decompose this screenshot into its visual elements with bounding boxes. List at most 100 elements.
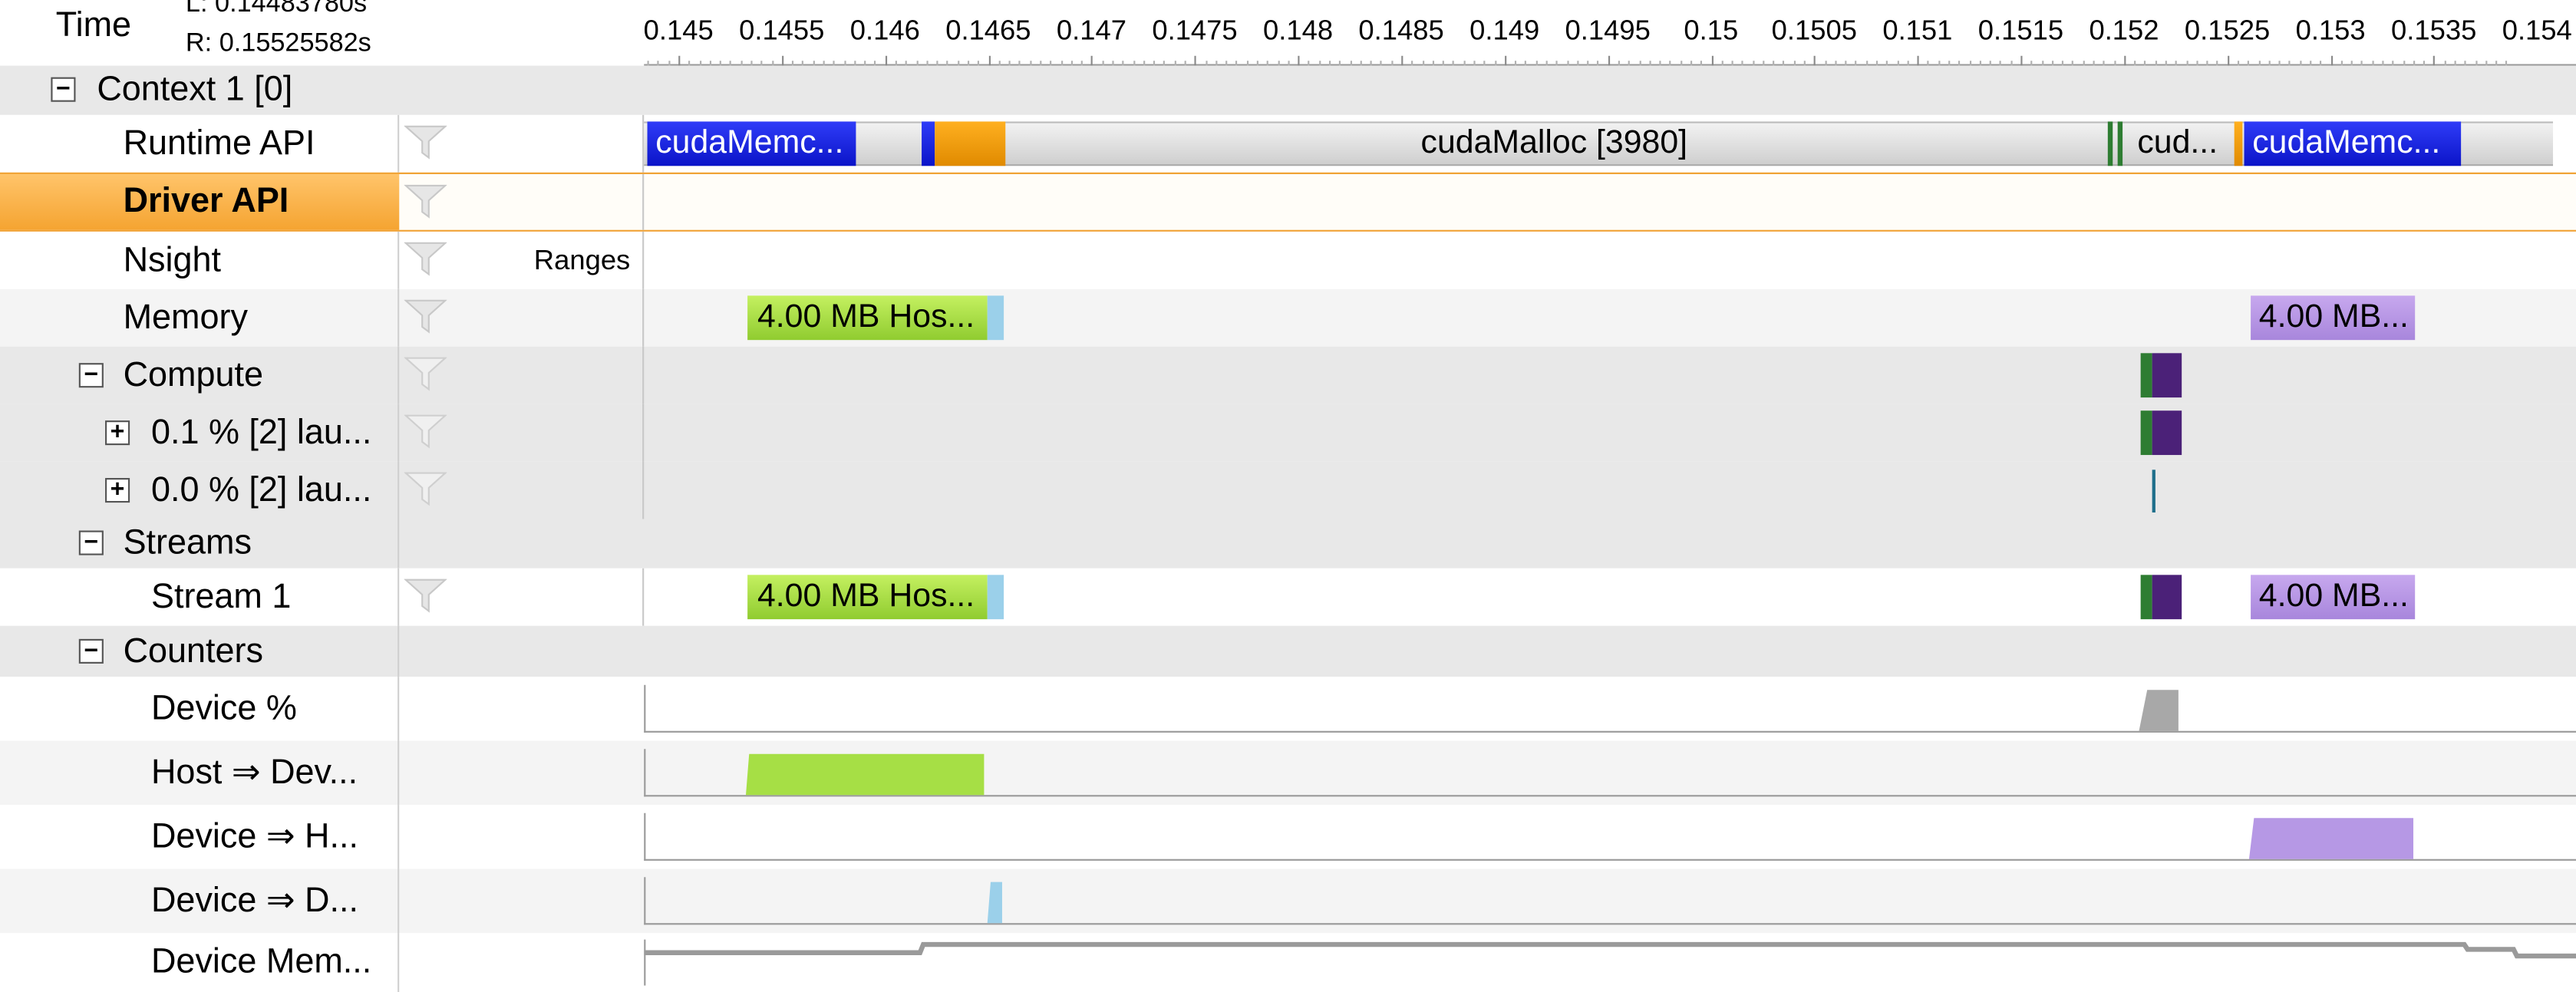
ruler-tick (1710, 55, 1713, 66)
row-streams: − Streams (0, 519, 2576, 569)
row-driver-api[interactable]: Driver API (0, 172, 2576, 232)
row-device-to-device: Device ⇒ D... (0, 868, 2576, 934)
filter-icon[interactable] (404, 354, 447, 391)
time-ruler[interactable]: 0.145 0.1455 0.146 0.1465 0.147 0.1475 0.148 0.… (644, 0, 2576, 66)
collapse-toggle-streams[interactable]: − (78, 530, 104, 555)
runtime-orange-slice[interactable] (2234, 121, 2243, 166)
ruler-tick-label: 0.154 (2502, 15, 2572, 46)
column-separator (642, 461, 645, 519)
runtime-green-slice[interactable] (2117, 121, 2123, 166)
time-label: Time (55, 6, 132, 44)
ruler-tick-label: 0.1485 (1358, 15, 1444, 46)
ruler-tick (1194, 55, 1197, 66)
cuda-memcpy-bar-1[interactable]: cudaMemc... (647, 121, 856, 166)
kernel-bar-green[interactable] (2140, 353, 2152, 398)
ruler-tick (2020, 55, 2023, 66)
stream-kernel-purple[interactable] (2152, 575, 2182, 620)
row-memory: Memory 4.00 MB Hos... 4.00 MB... (0, 288, 2576, 347)
row-label-host-to-device: Host ⇒ Dev... (150, 753, 358, 792)
row-label-device-to-device: Device ⇒ D... (150, 882, 358, 920)
htod-throughput-area[interactable] (744, 749, 988, 796)
counter-graph-device-percent (644, 684, 2576, 733)
ruler-tick-label: 0.152 (2089, 15, 2159, 46)
filter-icon[interactable] (404, 470, 447, 506)
row-label-stream-1: Stream 1 (150, 577, 292, 615)
column-separator (397, 625, 400, 677)
runtime-green-slice[interactable] (2107, 121, 2113, 166)
right-cursor-time: R: 0.15525582s (185, 29, 371, 58)
ruler-tick (1608, 55, 1610, 66)
column-separator (397, 231, 400, 289)
ruler-tick (2227, 55, 2229, 66)
row-label-context: Context 1 [0] (97, 71, 293, 109)
filter-icon[interactable] (404, 183, 447, 219)
ruler-tick-label: 0.148 (1262, 15, 1334, 46)
runtime-orange-slice[interactable] (935, 121, 1006, 166)
memcpy-htod-bar[interactable]: 4.00 MB Hos... (747, 295, 988, 341)
row-label-memory: Memory (123, 298, 248, 336)
ruler-tick (1917, 55, 1920, 66)
ruler-tick (988, 55, 991, 66)
row-device-percent: Device % (0, 677, 2576, 741)
column-separator (397, 346, 400, 404)
row-host-to-device: Host ⇒ Dev... (0, 740, 2576, 806)
column-separator (642, 346, 645, 404)
row-label-counters: Counters (123, 631, 264, 670)
cuda-memcpy-bar-2[interactable]: cudaMemc... (2244, 121, 2462, 166)
column-separator (397, 404, 400, 462)
stream-dtod-bar[interactable] (987, 575, 1004, 620)
memcpy-dtoh-bar[interactable]: 4.00 MB... (2251, 295, 2416, 341)
row-label-device-memory: Device Mem... (150, 942, 372, 981)
ruler-tick-label: 0.149 (1469, 15, 1540, 46)
stream-kernel-green[interactable] (2140, 575, 2152, 620)
row-label-runtime-api: Runtime API (123, 124, 315, 162)
dtod-throughput-area[interactable] (986, 877, 1006, 924)
stream-htod-bar[interactable]: 4.00 MB Hos... (747, 575, 988, 620)
row-label-nsight: Nsight (123, 240, 222, 278)
kernel-bar-purple[interactable] (2152, 353, 2182, 398)
filter-icon[interactable] (404, 412, 447, 449)
row-runtime-api: Runtime API cudaMemc... cudaMalloc [3980… (0, 114, 2576, 173)
ruler-tick-label: 0.1465 (945, 15, 1031, 46)
kernel-bar-purple[interactable] (2152, 410, 2182, 456)
row-kernel-1: + 0.1 % [2] lau... (0, 404, 2576, 462)
filter-icon[interactable] (404, 240, 447, 276)
stream-dtoh-bar[interactable]: 4.00 MB... (2251, 575, 2416, 620)
kernel-bar-green[interactable] (2140, 410, 2152, 456)
expand-toggle-kernel-2[interactable]: + (105, 478, 130, 503)
ruler-tick-label: 0.145 (643, 15, 714, 46)
dtoh-throughput-area[interactable] (2248, 813, 2415, 861)
cuda-malloc-bar[interactable]: cudaMalloc [3980] (1011, 121, 2098, 166)
row-label-compute: Compute (123, 355, 264, 394)
ruler-tick (1401, 55, 1403, 66)
collapse-toggle-counters[interactable]: − (78, 638, 104, 664)
filter-icon[interactable] (404, 298, 447, 334)
kernel-bar-thin[interactable] (2152, 470, 2155, 512)
timeline-header: Time L: 0.14483780s R: 0.15525582s 0.145… (0, 0, 2576, 66)
memcpy-dtod-bar[interactable] (987, 295, 1004, 341)
ranges-label[interactable]: Ranges (534, 232, 630, 289)
column-separator (397, 288, 400, 347)
cuda-launch-bar[interactable]: cud... (2129, 121, 2231, 166)
ruler-tick-label: 0.153 (2295, 15, 2366, 46)
row-label-driver-api: Driver API (123, 182, 289, 220)
collapse-toggle-compute[interactable]: − (78, 363, 104, 388)
timeline-view: Time L: 0.14483780s R: 0.15525582s 0.145… (0, 0, 2576, 992)
runtime-blue-slice[interactable] (922, 121, 935, 166)
collapse-toggle-context[interactable]: − (51, 77, 76, 102)
column-separator (397, 805, 400, 869)
filter-icon[interactable] (404, 576, 447, 613)
device-utilization-area[interactable] (2136, 685, 2185, 733)
row-kernel-2: + 0.0 % [2] lau... (0, 461, 2576, 519)
ruler-tick-label: 0.1475 (1152, 15, 1238, 46)
column-separator (397, 114, 400, 173)
column-separator (397, 868, 400, 934)
row-stream-1: Stream 1 4.00 MB Hos... 4.00 MB... (0, 568, 2576, 626)
device-memory-line[interactable] (644, 936, 2576, 959)
expand-toggle-kernel-1[interactable]: + (105, 420, 130, 446)
row-label-streams: Streams (123, 523, 252, 562)
ruler-tick (1504, 55, 1506, 66)
filter-icon[interactable] (404, 124, 447, 160)
column-separator (397, 568, 400, 626)
row-device-to-host: Device ⇒ H... (0, 805, 2576, 869)
